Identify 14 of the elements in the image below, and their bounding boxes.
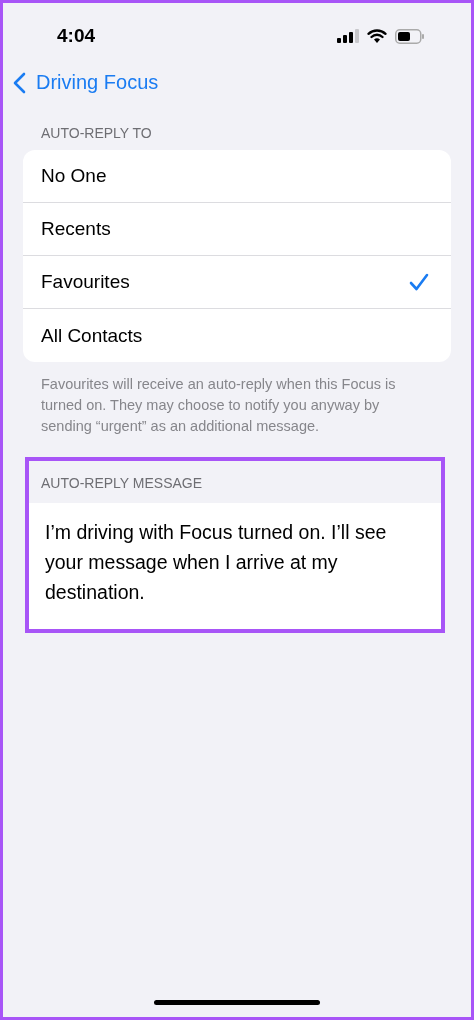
message-field[interactable]: I’m driving with Focus turned on. I’ll see your message when I arrive at my destination.: [29, 503, 441, 629]
chevron-left-icon: [13, 71, 26, 94]
back-button[interactable]: Driving Focus: [13, 71, 159, 94]
footer-note: Favourites will receive an auto-reply when this Focus is turned on. They may choose to notify you anyway by sending “urgent” as an additional message.: [41, 375, 397, 436]
option-row[interactable]: All Contacts: [23, 309, 451, 362]
option-row[interactable]: No One: [23, 150, 451, 203]
battery-icon: [395, 28, 425, 44]
section-header: AUTO-REPLY MESSAGE: [40, 474, 204, 493]
wifi-icon: [367, 29, 387, 43]
status-time: 4:04: [57, 25, 96, 47]
option-row[interactable]: Recents: [23, 203, 451, 256]
section-header: AUTO-REPLY TO: [41, 125, 153, 141]
option-row[interactable]: Favourites: [23, 256, 451, 309]
signal-icon: [337, 29, 359, 43]
